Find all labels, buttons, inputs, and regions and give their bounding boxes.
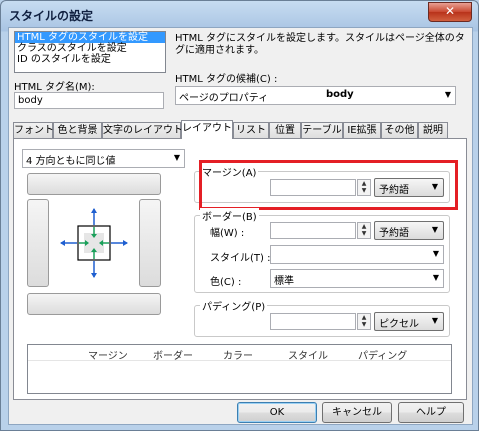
padding-unit-value: ピクセル xyxy=(379,319,419,330)
tab-layout[interactable]: レイアウト xyxy=(181,120,233,139)
summary-list[interactable]: マージン ボーダー カラー スタイル パディング xyxy=(27,344,452,394)
tag-name-field[interactable]: body xyxy=(14,92,164,109)
padding-unit-select[interactable]: ピクセル ▼ xyxy=(374,312,444,331)
column-header-color[interactable]: カラー xyxy=(223,347,253,362)
direction-select-value: 4 方向ともに同じ値 xyxy=(26,156,116,167)
chevron-down-icon: ▼ xyxy=(431,225,438,234)
border-style-select[interactable]: ▼ xyxy=(270,245,444,264)
spin-up-icon[interactable]: ▲ xyxy=(358,223,370,230)
tag-candidates-value: body xyxy=(326,89,354,100)
margin-right-bar[interactable] xyxy=(139,199,161,287)
tab-table[interactable]: テーブル xyxy=(301,122,343,138)
spin-down-icon[interactable]: ▼ xyxy=(358,230,370,237)
chevron-down-icon: ▼ xyxy=(432,273,439,282)
border-width-spinner[interactable]: ▲ ▼ xyxy=(357,222,371,239)
chevron-down-icon: ▼ xyxy=(173,153,180,162)
close-icon: ✕ xyxy=(444,4,456,18)
column-header-padding[interactable]: パディング xyxy=(358,347,407,362)
highlight-box xyxy=(199,160,458,210)
description-text: HTML タグにスタイルを設定します。スタイルはページ全体のタグに適用されます。 xyxy=(175,33,465,56)
border-color-value: 標準 xyxy=(274,276,294,287)
tab-color-background[interactable]: 色と背景 xyxy=(53,122,102,138)
margin-left-bar[interactable] xyxy=(27,199,49,287)
list-item[interactable]: クラスのスタイルを設定 xyxy=(15,43,165,54)
border-width-input[interactable] xyxy=(270,222,356,239)
tag-name-label: HTML タグ名(M): xyxy=(14,82,95,93)
title-bar[interactable]: スタイルの設定 ✕ xyxy=(1,1,478,27)
border-width-unit-select[interactable]: 予約語 ▼ xyxy=(374,221,444,240)
style-target-list[interactable]: HTML タグのスタイルを設定 クラスのスタイルを設定 ID のスタイルを設定 xyxy=(14,31,166,73)
spin-down-icon[interactable]: ▼ xyxy=(358,321,370,328)
tab-other[interactable]: その他 xyxy=(381,122,418,138)
border-style-label: スタイル(T) : xyxy=(210,253,271,264)
border-color-select[interactable]: 標準 ▼ xyxy=(270,269,444,288)
chevron-down-icon: ▼ xyxy=(432,249,439,258)
list-item[interactable]: HTML タグのスタイルを設定 xyxy=(15,32,165,43)
close-button[interactable]: ✕ xyxy=(428,2,472,22)
border-legend: ボーダー(B) xyxy=(200,208,259,223)
padding-input[interactable] xyxy=(270,313,356,330)
tag-candidates-left-text: ページのプロパティ xyxy=(179,93,269,104)
tag-candidates-select[interactable]: ページのプロパティ body ▼ xyxy=(175,86,456,105)
margin-top-bar[interactable] xyxy=(27,173,161,195)
help-button[interactable]: ヘルプ xyxy=(398,402,464,423)
tab-font[interactable]: フォント xyxy=(13,122,54,138)
tab-ie-extension[interactable]: IE拡張 xyxy=(343,122,381,138)
tab-description[interactable]: 説明 xyxy=(418,122,448,138)
chevron-down-icon: ▼ xyxy=(444,90,451,99)
column-header-border[interactable]: ボーダー xyxy=(153,347,193,362)
border-width-label: 幅(W) : xyxy=(210,228,245,239)
margin-bottom-bar[interactable] xyxy=(27,293,161,315)
dialog-body: HTML タグのスタイルを設定 クラスのスタイルを設定 ID のスタイルを設定 … xyxy=(8,27,473,425)
tab-list[interactable]: リスト xyxy=(233,122,269,138)
list-item[interactable]: ID のスタイルを設定 xyxy=(15,54,165,65)
spin-up-icon[interactable]: ▲ xyxy=(358,314,370,321)
padding-spinner[interactable]: ▲ ▼ xyxy=(357,313,371,330)
direction-select[interactable]: 4 方向ともに同じ値 ▼ xyxy=(22,149,185,168)
column-header-margin[interactable]: マージン xyxy=(88,347,128,362)
border-color-label: 色(C) : xyxy=(210,277,242,288)
layout-tab-panel: 4 方向ともに同じ値 ▼ マージン(A) ▲ ▼ 予約語 ▼ ボーダー(B) 幅… xyxy=(13,138,467,400)
padding-legend: パディング(P) xyxy=(200,298,268,313)
tab-text-layout[interactable]: 文字のレイアウト xyxy=(102,122,183,138)
ok-button[interactable]: OK xyxy=(237,402,317,423)
border-width-unit-value: 予約語 xyxy=(379,228,409,239)
chevron-down-icon: ▼ xyxy=(431,316,438,325)
tab-position[interactable]: 位置 xyxy=(269,122,301,138)
cancel-button[interactable]: キャンセル xyxy=(322,402,392,423)
dialog-window: スタイルの設定 ✕ HTML タグのスタイルを設定 クラスのスタイルを設定 ID… xyxy=(0,0,479,431)
box-model-diagram-icon xyxy=(60,208,128,278)
column-header-style[interactable]: スタイル xyxy=(288,347,328,362)
tag-candidates-label: HTML タグの候補(C) : xyxy=(175,74,278,85)
window-title: スタイルの設定 xyxy=(9,9,94,23)
